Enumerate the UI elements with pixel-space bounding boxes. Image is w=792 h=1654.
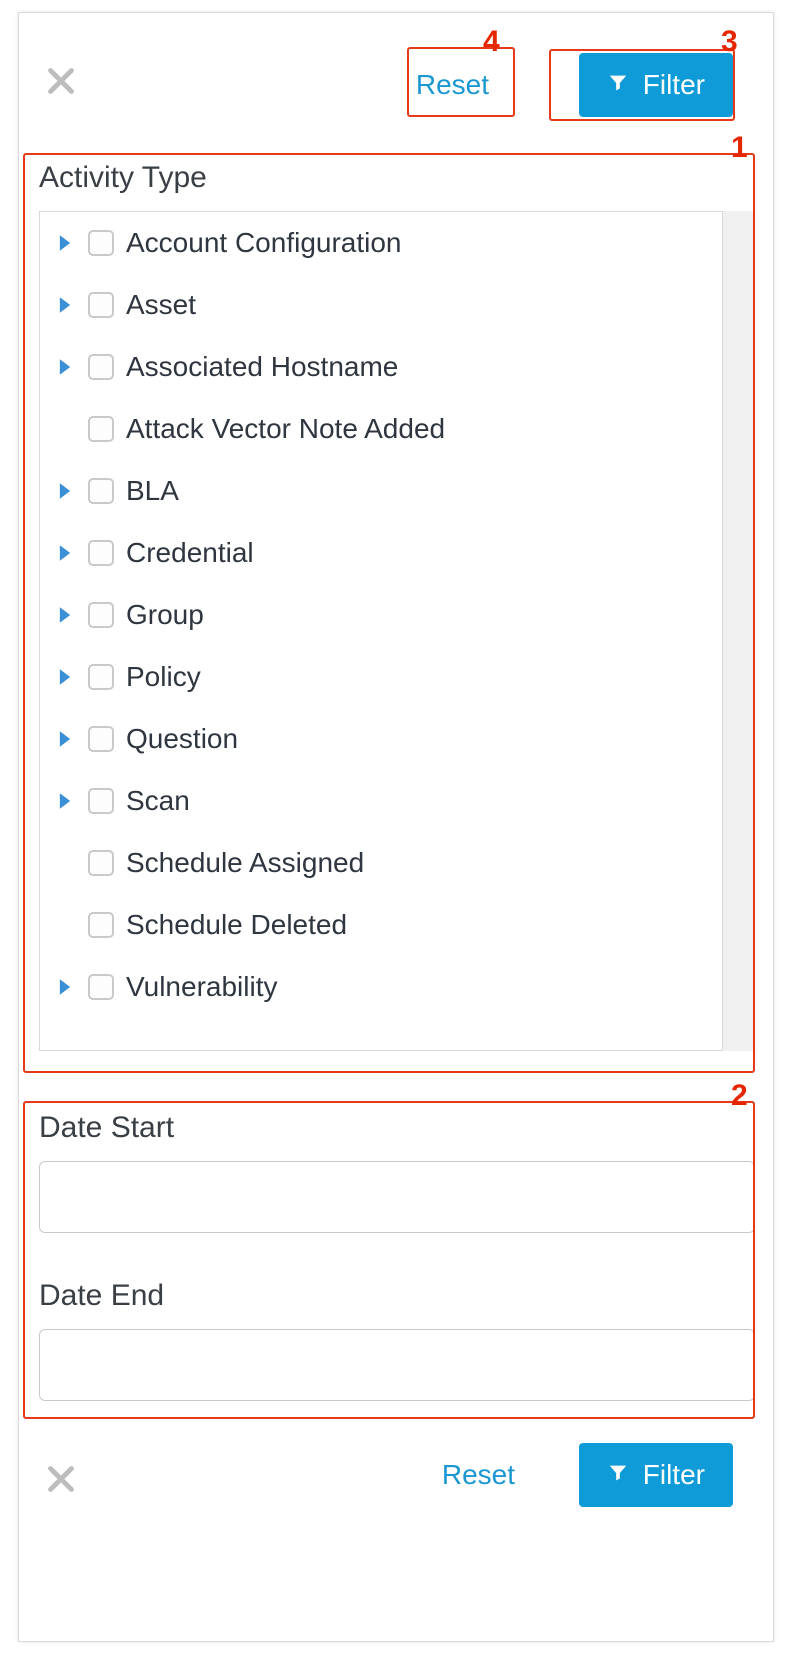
reset-button[interactable]: Reset	[392, 53, 513, 117]
activity-type-heading: Activity Type	[39, 161, 207, 195]
tree-item: Vulnerability	[40, 956, 722, 1018]
tree-item: Scan	[40, 770, 722, 832]
close-icon[interactable]	[43, 63, 79, 99]
checkbox[interactable]	[88, 540, 114, 566]
caret-right-icon[interactable]	[54, 294, 76, 316]
caret-right-icon[interactable]	[54, 790, 76, 812]
tree-item-label: Vulnerability	[126, 971, 277, 1003]
checkbox[interactable]	[88, 912, 114, 938]
checkbox[interactable]	[88, 292, 114, 318]
tree-item: Schedule Assigned	[40, 832, 722, 894]
tree-item-label: Account Configuration	[126, 227, 402, 259]
caret-right-icon[interactable]	[54, 356, 76, 378]
tree-item-label: Asset	[126, 289, 196, 321]
tree-item-label: Scan	[126, 785, 190, 817]
tree-item-label: Question	[126, 723, 238, 755]
caret-right-icon[interactable]	[54, 232, 76, 254]
filter-button[interactable]: Filter	[579, 53, 733, 117]
checkbox[interactable]	[88, 664, 114, 690]
date-end-input[interactable]	[39, 1329, 755, 1401]
tree-item-label: Attack Vector Note Added	[126, 413, 445, 445]
funnel-icon	[607, 69, 629, 101]
callout-number-2: 2	[731, 1079, 748, 1113]
date-start-input[interactable]	[39, 1161, 755, 1233]
tree-item: Policy	[40, 646, 722, 708]
checkbox[interactable]	[88, 850, 114, 876]
tree-item-label: Policy	[126, 661, 201, 693]
tree-item: Asset	[40, 274, 722, 336]
caret-right-icon[interactable]	[54, 976, 76, 998]
caret-right-icon[interactable]	[54, 604, 76, 626]
checkbox[interactable]	[88, 726, 114, 752]
close-icon[interactable]	[43, 1461, 79, 1497]
caret-right-icon[interactable]	[54, 542, 76, 564]
checkbox[interactable]	[88, 354, 114, 380]
filter-button-label: Filter	[643, 1459, 705, 1491]
checkbox[interactable]	[88, 974, 114, 1000]
filter-panel: Reset Filter Activity Type Account Confi…	[18, 12, 774, 1642]
tree-item-label: BLA	[126, 475, 179, 507]
caret-right-icon[interactable]	[54, 480, 76, 502]
checkbox[interactable]	[88, 416, 114, 442]
tree-item: BLA	[40, 460, 722, 522]
tree-item: Account Configuration	[40, 212, 722, 274]
reset-button[interactable]: Reset	[418, 1443, 539, 1507]
checkbox[interactable]	[88, 230, 114, 256]
checkbox[interactable]	[88, 602, 114, 628]
date-start-heading: Date Start	[39, 1111, 174, 1145]
tree-item-label: Associated Hostname	[126, 351, 398, 383]
tree-item-label: Schedule Deleted	[126, 909, 347, 941]
callout-number-1: 1	[731, 131, 748, 165]
funnel-icon	[607, 1459, 629, 1491]
tree-item-label: Schedule Assigned	[126, 847, 364, 879]
tree-scrollbar-track[interactable]	[723, 211, 755, 1051]
tree-item-label: Group	[126, 599, 204, 631]
filter-button-label: Filter	[643, 69, 705, 101]
date-end-heading: Date End	[39, 1279, 164, 1313]
tree-item: Schedule Deleted	[40, 894, 722, 956]
caret-right-icon[interactable]	[54, 666, 76, 688]
caret-right-icon[interactable]	[54, 728, 76, 750]
tree-item: Credential	[40, 522, 722, 584]
tree-item: Group	[40, 584, 722, 646]
checkbox[interactable]	[88, 478, 114, 504]
tree-item: Attack Vector Note Added	[40, 398, 722, 460]
activity-type-tree[interactable]: Account Configuration Asset Associated Hos…	[39, 211, 723, 1051]
tree-item: Question	[40, 708, 722, 770]
filter-button[interactable]: Filter	[579, 1443, 733, 1507]
tree-item: Associated Hostname	[40, 336, 722, 398]
checkbox[interactable]	[88, 788, 114, 814]
tree-item-label: Credential	[126, 537, 254, 569]
